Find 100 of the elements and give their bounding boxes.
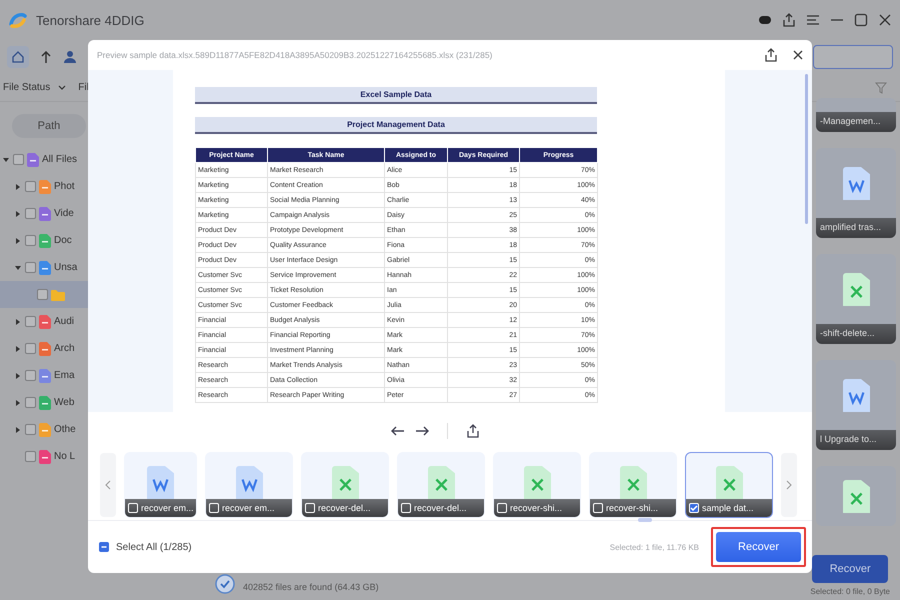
search-field[interactable] bbox=[813, 45, 893, 69]
chevron-right-icon bbox=[786, 480, 792, 490]
checkbox[interactable] bbox=[25, 451, 36, 462]
checkbox[interactable] bbox=[25, 343, 36, 354]
home-icon bbox=[12, 51, 24, 63]
file-thumbnail[interactable]: recover-shi... bbox=[589, 452, 677, 518]
caret-icon[interactable] bbox=[58, 84, 66, 92]
tree-label: Web bbox=[54, 397, 74, 408]
file-name: recover-shi... bbox=[510, 503, 562, 513]
checkbox[interactable] bbox=[25, 262, 36, 273]
checkbox[interactable] bbox=[25, 208, 36, 219]
word-file-icon bbox=[842, 166, 870, 200]
up-arrow-icon[interactable] bbox=[41, 51, 51, 63]
home-button[interactable] bbox=[7, 46, 29, 68]
caret-icon[interactable] bbox=[2, 156, 10, 164]
file-card[interactable]: -shift-delete... bbox=[816, 254, 896, 344]
tree-item[interactable]: Arch bbox=[0, 335, 190, 362]
file-card[interactable]: l Upgrade to... bbox=[816, 360, 896, 450]
spreadsheet-file-icon bbox=[842, 272, 870, 306]
toggle-icon[interactable] bbox=[758, 13, 772, 27]
file-thumbnail[interactable]: recover-del... bbox=[397, 452, 485, 518]
checkbox[interactable] bbox=[13, 154, 24, 165]
file-icon bbox=[39, 314, 51, 328]
file-thumbnail[interactable]: sample dat... bbox=[685, 452, 773, 518]
caret-icon[interactable] bbox=[14, 264, 22, 272]
checkbox[interactable] bbox=[37, 289, 48, 300]
logo-icon bbox=[8, 10, 28, 30]
caret-icon[interactable] bbox=[14, 210, 22, 218]
selection-info: Selected: 1 file, 11.76 KB bbox=[610, 542, 699, 552]
caret-icon[interactable] bbox=[14, 372, 22, 380]
caret-icon[interactable] bbox=[14, 398, 22, 406]
share-icon[interactable] bbox=[466, 424, 480, 438]
tree-item[interactable]: Ema bbox=[0, 362, 190, 389]
sheet-title: Excel Sample Data bbox=[195, 87, 597, 104]
tree-label: Arch bbox=[54, 343, 75, 354]
caret-icon[interactable] bbox=[14, 236, 22, 244]
tree-item[interactable]: Phot bbox=[0, 173, 190, 200]
checkbox[interactable] bbox=[25, 316, 36, 327]
folder-icon bbox=[51, 288, 65, 300]
caret-icon[interactable] bbox=[14, 426, 22, 434]
file-thumbnail[interactable]: recover em... bbox=[205, 452, 293, 518]
file-name: recover em... bbox=[141, 503, 194, 513]
tree-item[interactable]: Audi bbox=[0, 308, 190, 335]
menu-icon[interactable] bbox=[806, 13, 820, 27]
tree-item[interactable]: All Files bbox=[0, 146, 190, 173]
file-thumbnail[interactable]: recover-shi... bbox=[493, 452, 581, 518]
select-all-label[interactable]: Select All (1/285) bbox=[116, 542, 192, 552]
file-icon bbox=[39, 180, 51, 194]
spreadsheet-file-icon bbox=[620, 466, 646, 499]
file-name: -shift-delete... bbox=[816, 324, 896, 344]
file-thumbnail[interactable]: recover-del... bbox=[301, 452, 389, 518]
file-icon bbox=[27, 152, 39, 166]
file-icon bbox=[39, 422, 51, 436]
dialog-title: Preview sample data.xlsx.589D11877A5FE82D418A3895A50209B3.20251227164255685.xlsx (231/285) bbox=[97, 50, 494, 60]
filter-label[interactable]: Fil bbox=[78, 82, 89, 93]
file-name: recover-del... bbox=[318, 503, 371, 513]
caret-icon[interactable] bbox=[14, 344, 22, 352]
caret-icon[interactable] bbox=[14, 318, 22, 326]
tree-item[interactable]: Othe bbox=[0, 416, 190, 443]
tree-item[interactable]: Vide bbox=[0, 200, 190, 227]
tree-item[interactable]: Unsa bbox=[0, 254, 190, 281]
tree-label: All Files bbox=[42, 154, 78, 165]
checkbox[interactable] bbox=[25, 370, 36, 381]
spreadsheet-file-icon bbox=[428, 466, 454, 499]
file-name: -Managemen... bbox=[816, 112, 896, 132]
word-file-icon bbox=[147, 466, 174, 499]
file-icon bbox=[39, 368, 51, 382]
recover-button[interactable]: Recover bbox=[716, 532, 801, 562]
share-icon[interactable] bbox=[764, 48, 778, 62]
file-status-filter[interactable]: File Status bbox=[3, 82, 50, 93]
chevron-left-icon bbox=[105, 480, 111, 490]
spreadsheet-file-icon bbox=[332, 466, 358, 499]
spreadsheet-file-icon bbox=[842, 480, 870, 512]
maximize-icon[interactable] bbox=[854, 13, 868, 27]
tree-item[interactable]: Doc bbox=[0, 227, 190, 254]
checkbox[interactable] bbox=[25, 181, 36, 192]
file-name: sample dat... bbox=[702, 503, 754, 513]
recover-button[interactable]: Recover bbox=[812, 555, 888, 583]
word-file-icon bbox=[236, 466, 262, 499]
scrollbar-thumb[interactable] bbox=[805, 74, 808, 224]
close-icon[interactable] bbox=[792, 49, 804, 61]
user-icon[interactable] bbox=[63, 51, 77, 63]
share-icon[interactable] bbox=[782, 13, 796, 27]
file-card[interactable]: amplified tras... bbox=[816, 148, 896, 238]
left-arrow-icon[interactable] bbox=[390, 426, 404, 436]
checkbox[interactable] bbox=[25, 397, 36, 408]
close-icon[interactable] bbox=[878, 13, 892, 27]
file-name: l Upgrade to... bbox=[816, 430, 896, 450]
checkbox[interactable] bbox=[25, 424, 36, 435]
tree-label: Othe bbox=[54, 424, 76, 435]
caret-icon[interactable] bbox=[14, 182, 22, 190]
file-thumbnail[interactable]: recover em... bbox=[124, 452, 197, 518]
checkbox[interactable] bbox=[98, 541, 110, 553]
right-arrow-icon[interactable] bbox=[414, 426, 428, 436]
file-card[interactable]: -Managemen... bbox=[816, 98, 896, 132]
path-tab[interactable]: Path bbox=[12, 114, 86, 138]
file-icon bbox=[39, 206, 51, 220]
scan-summary: 402852 files are found (64.43 GB) bbox=[243, 582, 379, 592]
checkbox[interactable] bbox=[25, 235, 36, 246]
tree-item[interactable]: Web bbox=[0, 389, 190, 416]
